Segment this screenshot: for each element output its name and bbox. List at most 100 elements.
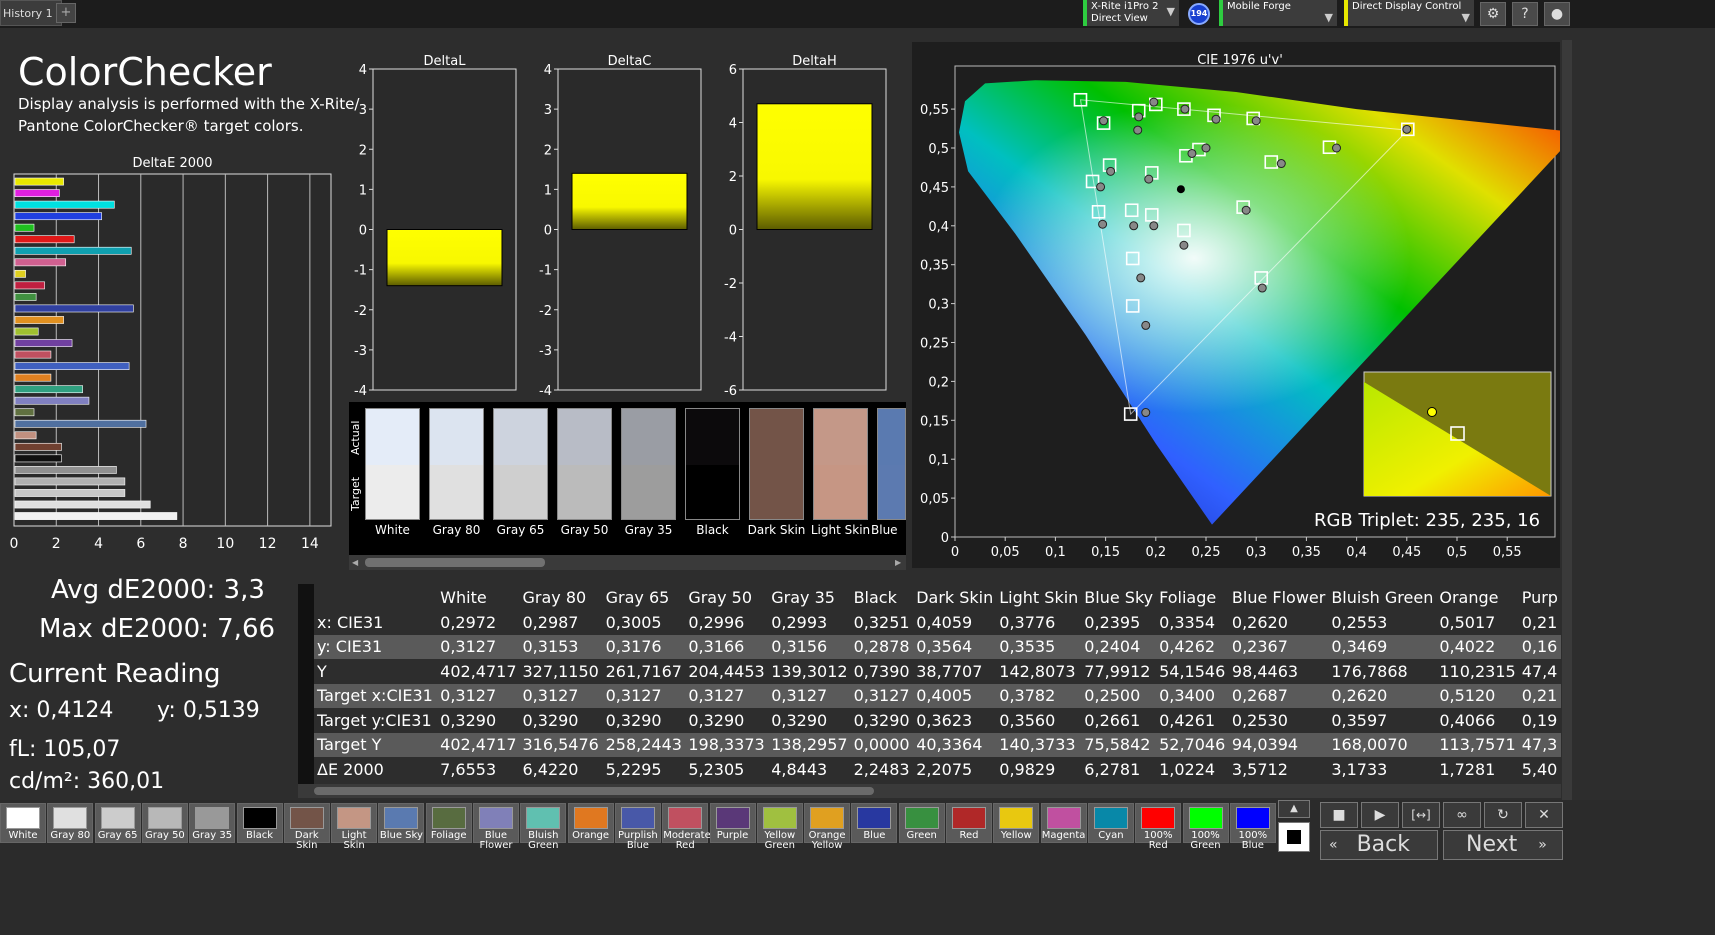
patch-100-green[interactable]: 100% Green [1182,803,1229,851]
cie-ytick: 0,35 [920,259,949,274]
patch-yellow-green[interactable]: Yellow Green [756,803,803,851]
patch-green[interactable]: Green [898,803,945,843]
patch-blue-sky[interactable]: Blue Sky [378,803,425,843]
patch-gray-35[interactable]: Gray 35 [189,803,236,843]
patch-red[interactable]: Red [946,803,992,843]
patch-white[interactable]: White [0,803,46,843]
swatch-gray-35[interactable] [621,408,676,520]
patch-moderate-red[interactable]: Moderate Red [662,803,711,851]
actual-color [878,409,905,465]
cie-ytick: 0,2 [928,375,949,390]
cie-measured-point [1149,221,1159,231]
delta-bar [756,103,873,230]
patch-magenta[interactable]: Magenta [1040,803,1087,843]
back-button[interactable]: « Back [1320,830,1438,860]
delta-ytick: 0 [359,224,367,239]
next-button[interactable]: Next » [1443,830,1563,860]
table-cell: 0,2661 [1084,710,1141,730]
profile-selector[interactable]: Mobile Forge ▼ [1219,0,1337,26]
table-cell: 198,3373 [688,735,765,755]
patch-color [431,807,466,829]
swatch-gray-80[interactable] [429,408,484,520]
swatch-scrollbar[interactable]: ◀ ▶ [349,555,906,570]
cie-measured-point [1134,112,1144,122]
swatch-dark-skin[interactable] [749,408,804,520]
page-description-line-2: Pantone ColorChecker® target colors. [18,117,304,135]
current-fl: fL: 105,07 [9,737,121,762]
scroll-right-icon[interactable]: ▶ [895,558,901,567]
loop-icon[interactable]: ∞ [1443,802,1481,828]
table-cell: 0,4005 [916,686,973,706]
patch-purple[interactable]: Purple [709,803,756,843]
patch-100-red[interactable]: 100% Red [1135,803,1182,851]
swatch-light-skin[interactable] [813,408,868,520]
deltae-bar [14,327,39,336]
stop-square-icon[interactable] [1278,822,1310,852]
deltae-bar [14,235,75,244]
cie-measured-point [1133,125,1143,135]
patch-gray-65[interactable]: Gray 65 [94,803,141,843]
table-cell: 0,3127 [440,637,497,657]
patch-label: Cyan [1098,830,1124,841]
measure-window-icon[interactable]: [↔] [1402,802,1440,828]
patch-blue[interactable]: Blue [851,803,898,843]
deltae-xtick: 8 [179,536,188,552]
target-color [814,465,867,519]
vertical-scrollbar[interactable] [1562,40,1572,800]
patch-yellow[interactable]: Yellow [993,803,1040,843]
scroll-left-icon[interactable]: ◀ [352,558,358,567]
table-scrollbar[interactable] [298,784,1561,798]
play-icon[interactable]: ▶ [1361,802,1399,828]
patch-cyan[interactable]: Cyan [1087,803,1134,843]
settings-gear-icon[interactable]: ⚙ [1480,2,1506,26]
patch-bluish-green[interactable]: Bluish Green [520,803,567,851]
patch-blue-flower[interactable]: Blue Flower [473,803,519,851]
up-arrow-icon[interactable]: ▲ [1278,800,1310,818]
cie-xtick: 0,1 [1045,545,1066,560]
patch-purplish-blue[interactable]: Purplish Blue [614,803,661,851]
meter-badge[interactable]: 194 [1188,3,1210,25]
tab-history-1[interactable]: History 1 [0,0,62,26]
add-tab-button[interactable]: + [56,3,76,23]
next-label: Next [1466,832,1518,857]
patch-label: 100% Blue [1238,830,1268,851]
meter-selector[interactable]: X-Rite i1Pro 2 Direct View ▼ [1083,0,1179,26]
table-cell: 0,3290 [688,710,745,730]
swatch-gray-65[interactable] [493,408,548,520]
stop-icon[interactable]: ■ [1320,802,1358,828]
patch-orange[interactable]: Orange [567,803,614,843]
cie-measured-point [1144,174,1154,184]
patch-gray-50[interactable]: Gray 50 [141,803,188,843]
table-cell: 0,5017 [1439,612,1496,632]
column-header: Light Skin [999,588,1079,608]
patch-dark-skin[interactable]: Dark Skin [283,803,330,851]
close-icon[interactable]: ✕ [1525,802,1563,828]
patch-label: Blue [863,830,886,841]
display-control-selector[interactable]: Direct Display Control ▼ [1344,0,1474,26]
table-scrollbar-thumb[interactable] [314,787,874,795]
table-cell: 0,3290 [771,710,828,730]
deltae-bar [14,281,45,290]
swatch-white[interactable] [365,408,420,520]
row-label: Target x:CIE31 [317,686,433,706]
refresh-icon[interactable]: ↻ [1484,802,1522,828]
patch-orange-yellow[interactable]: Orange Yellow [804,803,851,851]
row-label: Y [317,661,327,681]
swatch-blue[interactable] [877,408,906,520]
pin-icon[interactable]: ● [1544,2,1570,26]
help-icon[interactable]: ? [1512,2,1538,26]
delta-ytick: -2 [539,304,552,319]
patch-color [384,807,419,829]
table-cell: 0,3166 [688,637,745,657]
delta-ytick: 6 [729,63,737,78]
swatch-gray-50[interactable] [557,408,612,520]
patch-light-skin[interactable]: Light Skin [331,803,378,851]
patch-black[interactable]: Black [236,803,283,843]
patch-100-blue[interactable]: 100% Blue [1229,803,1276,851]
swatch-black[interactable] [685,408,740,520]
patch-gray-80[interactable]: Gray 80 [47,803,94,843]
patch-foliage[interactable]: Foliage [425,803,472,843]
scrollbar-thumb[interactable] [365,558,545,567]
patch-label: Orange [572,830,610,841]
table-cell: 0,4022 [1439,637,1496,657]
